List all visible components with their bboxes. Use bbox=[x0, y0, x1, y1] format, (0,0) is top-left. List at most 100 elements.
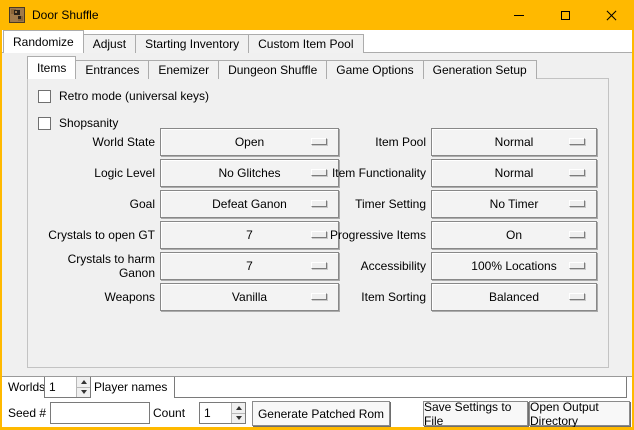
worlds-label: Worlds bbox=[8, 376, 45, 398]
option-label: Weapons bbox=[38, 290, 160, 304]
spinner-down-button[interactable] bbox=[232, 413, 245, 424]
tab-starting-inventory[interactable]: Starting Inventory bbox=[135, 34, 249, 53]
player-names-label: Player names bbox=[94, 376, 167, 398]
progressive-items-dropdown[interactable]: On bbox=[431, 221, 597, 249]
accessibility-dropdown[interactable]: 100% Locations bbox=[431, 252, 597, 280]
tab-adjust[interactable]: Adjust bbox=[83, 34, 136, 53]
spinner-down-icon bbox=[81, 390, 87, 394]
option-label: World State bbox=[38, 135, 160, 149]
option-label: Crystals to harm Ganon bbox=[38, 252, 160, 280]
item-sorting-dropdown[interactable]: Balanced bbox=[431, 283, 597, 311]
save-settings-button[interactable]: Save Settings to File bbox=[423, 401, 528, 426]
spinner-down-button[interactable] bbox=[77, 387, 90, 398]
spinner-up-button[interactable] bbox=[77, 377, 90, 387]
option-label: Timer Setting bbox=[325, 197, 431, 211]
player-names-input[interactable] bbox=[174, 376, 627, 398]
count-spinner[interactable]: 1 bbox=[199, 402, 246, 424]
dropdown-value: No Glitches bbox=[218, 166, 280, 180]
world-state-dropdown[interactable]: Open bbox=[160, 128, 339, 156]
worlds-spinner[interactable]: 1 bbox=[44, 376, 91, 398]
close-icon bbox=[606, 10, 617, 21]
option-label: Goal bbox=[38, 197, 160, 211]
seed-input[interactable] bbox=[50, 402, 150, 424]
dropdown-value: 7 bbox=[246, 228, 253, 242]
checkbox-retro-mode[interactable]: Retro mode (universal keys) bbox=[38, 88, 209, 104]
option-item-sorting: Item Sorting Balanced bbox=[325, 283, 597, 311]
spinner-arrows bbox=[231, 403, 245, 423]
option-label: Logic Level bbox=[38, 166, 160, 180]
weapons-dropdown[interactable]: Vanilla bbox=[160, 283, 339, 311]
tab-dungeon-shuffle[interactable]: Dungeon Shuffle bbox=[218, 60, 327, 79]
count-value: 1 bbox=[200, 403, 231, 423]
checkbox-label: Retro mode (universal keys) bbox=[59, 89, 209, 103]
minimize-button[interactable] bbox=[496, 0, 542, 30]
crystals-gt-dropdown[interactable]: 7 bbox=[160, 221, 339, 249]
logic-level-dropdown[interactable]: No Glitches bbox=[160, 159, 339, 187]
titlebar: Door Shuffle bbox=[0, 0, 634, 30]
generate-patched-rom-button[interactable]: Generate Patched Rom bbox=[252, 401, 390, 426]
app-icon bbox=[9, 7, 25, 23]
option-label: Progressive Items bbox=[325, 228, 431, 242]
count-label: Count bbox=[153, 402, 185, 424]
spinner-arrows bbox=[76, 377, 90, 397]
minimize-icon bbox=[514, 15, 524, 16]
dropdown-value: No Timer bbox=[490, 197, 539, 211]
options-column-right: Item Pool Normal Item Functionality Norm… bbox=[325, 128, 597, 314]
menu-indicator-icon bbox=[569, 293, 585, 300]
close-button[interactable] bbox=[588, 0, 634, 30]
dropdown-value: Normal bbox=[495, 166, 534, 180]
tab-game-options[interactable]: Game Options bbox=[326, 60, 423, 79]
option-goal: Goal Defeat Ganon bbox=[38, 190, 339, 218]
main-tab-bar: Randomize Adjust Starting Inventory Cust… bbox=[3, 30, 363, 53]
option-label: Item Pool bbox=[325, 135, 431, 149]
options-column-left: World State Open Logic Level No Glitches… bbox=[38, 128, 339, 314]
dropdown-value: Normal bbox=[495, 135, 534, 149]
dropdown-value: Open bbox=[235, 135, 264, 149]
open-output-directory-button[interactable]: Open Output Directory bbox=[529, 401, 630, 426]
menu-indicator-icon bbox=[569, 231, 585, 238]
dropdown-value: Balanced bbox=[489, 290, 539, 304]
menu-indicator-icon bbox=[569, 169, 585, 176]
dropdown-value: Defeat Ganon bbox=[212, 197, 287, 211]
tab-enemizer[interactable]: Enemizer bbox=[148, 60, 219, 79]
option-progressive-items: Progressive Items On bbox=[325, 221, 597, 249]
goal-dropdown[interactable]: Defeat Ganon bbox=[160, 190, 339, 218]
option-item-pool: Item Pool Normal bbox=[325, 128, 597, 156]
crystals-ganon-dropdown[interactable]: 7 bbox=[160, 252, 339, 280]
spinner-down-icon bbox=[236, 416, 242, 420]
dropdown-value: Vanilla bbox=[232, 290, 267, 304]
timer-setting-dropdown[interactable]: No Timer bbox=[431, 190, 597, 218]
window-title: Door Shuffle bbox=[32, 8, 99, 22]
checkbox-box[interactable] bbox=[38, 90, 51, 103]
option-label: Item Functionality bbox=[325, 166, 431, 180]
dropdown-value: 7 bbox=[246, 259, 253, 273]
spinner-up-button[interactable] bbox=[232, 403, 245, 413]
app-window: Door Shuffle Randomize Adjust Starting I… bbox=[0, 0, 634, 430]
option-accessibility: Accessibility 100% Locations bbox=[325, 252, 597, 280]
option-label: Accessibility bbox=[325, 259, 431, 273]
menu-indicator-icon bbox=[569, 262, 585, 269]
option-crystals-gt: Crystals to open GT 7 bbox=[38, 221, 339, 249]
tab-items[interactable]: Items bbox=[27, 56, 76, 79]
item-pool-dropdown[interactable]: Normal bbox=[431, 128, 597, 156]
tab-generation-setup[interactable]: Generation Setup bbox=[423, 60, 537, 79]
item-functionality-dropdown[interactable]: Normal bbox=[431, 159, 597, 187]
seed-label: Seed # bbox=[8, 402, 46, 424]
tab-custom-item-pool[interactable]: Custom Item Pool bbox=[248, 34, 363, 53]
maximize-button[interactable] bbox=[542, 0, 588, 30]
option-timer-setting: Timer Setting No Timer bbox=[325, 190, 597, 218]
items-pane: Retro mode (universal keys) Shopsanity W… bbox=[27, 78, 609, 368]
tab-randomize[interactable]: Randomize bbox=[3, 30, 84, 53]
tab-entrances[interactable]: Entrances bbox=[75, 60, 149, 79]
worlds-value: 1 bbox=[45, 377, 76, 397]
option-label: Crystals to open GT bbox=[38, 228, 160, 242]
option-world-state: World State Open bbox=[38, 128, 339, 156]
maximize-icon bbox=[561, 11, 570, 20]
option-item-functionality: Item Functionality Normal bbox=[325, 159, 597, 187]
menu-indicator-icon bbox=[569, 200, 585, 207]
dropdown-value: On bbox=[506, 228, 522, 242]
menu-indicator-icon bbox=[569, 138, 585, 145]
sub-tab-bar: Items Entrances Enemizer Dungeon Shuffle… bbox=[27, 56, 536, 79]
spinner-up-icon bbox=[236, 406, 242, 410]
dropdown-value: 100% Locations bbox=[471, 259, 556, 273]
